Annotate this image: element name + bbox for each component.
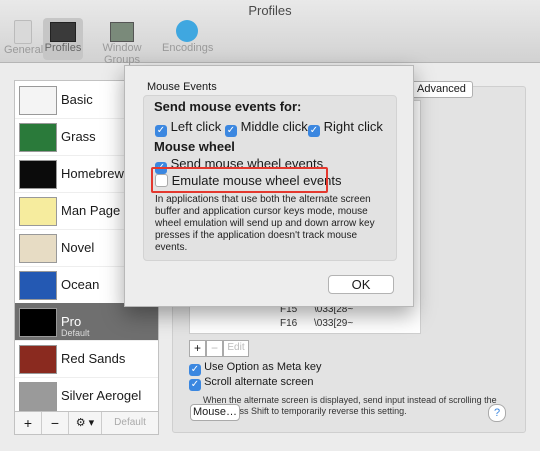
tab-window-groups-label: Window Groups (102, 42, 142, 66)
tab-profiles-label: Profiles (44, 42, 82, 54)
profile-thumbnail (19, 123, 57, 152)
profile-name: Basic (61, 92, 93, 107)
tab-encodings[interactable]: Encodings (162, 18, 214, 60)
profiles-toolbar: + − ⚙︎ ▾ Default (14, 411, 159, 435)
checkbox-checked-icon[interactable]: ✓ (189, 379, 201, 391)
profile-name: Homebrew (61, 166, 124, 181)
right-click-option[interactable]: ✓ Right click (308, 119, 383, 137)
left-click-label: Left click (170, 119, 222, 134)
preferences-window: Profiles General Profiles Window Groups … (0, 0, 540, 451)
meta-key-label: Use Option as Meta key (204, 361, 322, 373)
left-click-option[interactable]: ✓ Left click (155, 119, 221, 137)
profile-name: Grass (61, 129, 96, 144)
scroll-alternate-label: Scroll alternate screen (204, 376, 314, 388)
send-events-header: Send mouse events for: (154, 99, 302, 114)
ok-button[interactable]: OK (328, 275, 394, 294)
checkbox-checked-icon[interactable]: ✓ (308, 125, 320, 137)
scroll-alternate-option[interactable]: ✓ Scroll alternate screen (189, 376, 314, 391)
profile-thumbnail (19, 160, 57, 189)
profile-item-red-sands[interactable]: Red Sands (15, 340, 158, 378)
middle-click-option[interactable]: ✓ Middle click (225, 119, 308, 137)
profile-thumbnail (19, 345, 57, 374)
tab-profiles[interactable]: Profiles (43, 18, 83, 60)
window-title: Profiles (248, 3, 292, 18)
tab-advanced[interactable]: Advanced (410, 81, 473, 98)
mouse-wheel-header: Mouse wheel (154, 139, 235, 154)
gear-menu-button[interactable]: ⚙︎ ▾ (69, 412, 102, 434)
profile-name: Man Page (61, 203, 121, 218)
add-profile-button[interactable]: + (15, 412, 42, 434)
checkbox-checked-icon[interactable]: ✓ (189, 364, 201, 376)
middle-click-label: Middle click (240, 119, 308, 134)
tab-encodings-label: Encodings (162, 42, 214, 54)
tab-general-label: General (4, 44, 44, 56)
scroll-alternate-note: When the alternate screen is displayed, … (203, 395, 497, 416)
add-key-button[interactable]: + (189, 340, 206, 357)
edit-key-button[interactable]: Edit (223, 340, 249, 357)
profile-thumbnail (19, 197, 57, 226)
checkbox-checked-icon[interactable]: ✓ (155, 125, 167, 137)
remove-key-button[interactable]: − (206, 340, 223, 357)
key-cell: F16 (280, 318, 298, 329)
profile-thumbnail (19, 86, 57, 115)
sheet-title: Mouse Events (147, 81, 217, 93)
profile-thumbnail (19, 308, 57, 337)
meta-key-option[interactable]: ✓ Use Option as Meta key (189, 361, 321, 376)
profile-thumbnail (19, 382, 57, 411)
table-row[interactable]: F16 \033[29~ (190, 318, 420, 330)
profile-thumbnail (19, 234, 57, 263)
profile-name: Ocean (61, 277, 100, 292)
toolbar: Profiles General Profiles Window Groups … (0, 0, 540, 66)
default-button[interactable]: Default (102, 412, 158, 434)
profile-name: Pro (61, 314, 82, 329)
window-groups-icon (110, 22, 134, 42)
tab-window-groups[interactable]: Window Groups (84, 18, 160, 66)
highlight-box (151, 167, 328, 193)
checkbox-checked-icon[interactable]: ✓ (225, 125, 237, 137)
action-cell: \033[29~ (314, 318, 354, 329)
mouse-button[interactable]: Mouse… (190, 404, 240, 421)
globe-icon (176, 20, 198, 42)
profile-name: Novel (61, 240, 95, 255)
general-icon (14, 20, 32, 44)
profile-default-label: Default (61, 328, 90, 338)
mouse-events-sheet: Mouse Events Send mouse events for: ✓ Le… (124, 65, 414, 307)
profiles-icon (50, 22, 76, 42)
profile-name: Red Sands (61, 351, 126, 366)
wheel-emulation-description: In applications that use both the altern… (155, 194, 375, 253)
profile-item-pro[interactable]: Pro Default (15, 303, 158, 341)
profile-name: Silver Aerogel (61, 388, 142, 403)
profile-item-silver-aerogel[interactable]: Silver Aerogel (15, 377, 158, 415)
help-icon[interactable]: ? (488, 404, 506, 422)
remove-profile-button[interactable]: − (42, 412, 69, 434)
right-click-label: Right click (323, 119, 383, 134)
tab-general[interactable]: General (4, 18, 44, 60)
profile-thumbnail (19, 271, 57, 300)
